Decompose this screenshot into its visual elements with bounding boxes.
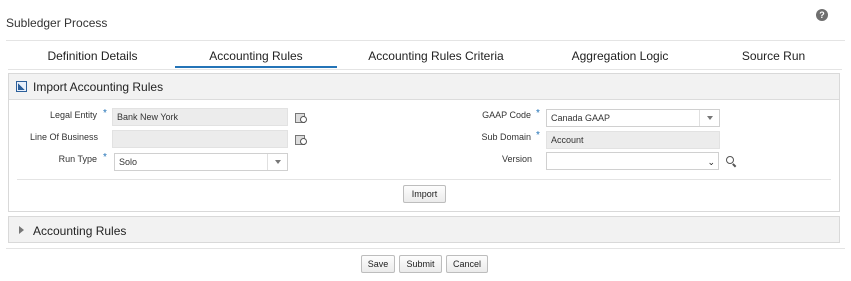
run-type-value: Solo [119,157,138,167]
gaap-code-select[interactable]: Canada GAAP [546,109,720,127]
import-icon [16,81,27,92]
required-marker: * [103,152,107,163]
bottom-divider [6,248,845,249]
gaap-code-label: GAAP Code [482,110,531,120]
tab-accounting-rules[interactable]: Accounting Rules [175,42,337,68]
tab-aggregation-logic[interactable]: Aggregation Logic [535,42,705,68]
submit-button[interactable]: Submit [399,255,442,273]
cancel-button[interactable]: Cancel [446,255,488,273]
version-label: Version [501,154,532,164]
save-button[interactable]: Save [361,255,395,273]
line-of-business-label: Line Of Business [29,132,98,142]
sub-domain-label: Sub Domain [481,132,531,142]
legal-entity-lookup-icon[interactable] [295,112,307,123]
line-of-business-field[interactable] [112,130,288,148]
tab-bar: Definition Details Accounting Rules Acco… [10,42,842,68]
chevron-down-icon: ⌄ [707,157,715,167]
required-marker: * [536,130,540,141]
import-accounting-rules-panel: Import Accounting Rules Legal Entity * B… [8,73,840,212]
page-title: Subledger Process [6,16,108,30]
run-type-label: Run Type [58,154,97,164]
required-marker: * [536,108,540,119]
tabs-divider [8,69,842,70]
required-marker: * [103,108,107,119]
search-icon[interactable] [726,156,736,166]
tab-accounting-rules-criteria[interactable]: Accounting Rules Criteria [337,42,535,68]
gaap-code-value: Canada GAAP [551,113,611,123]
run-type-select[interactable]: Solo [114,153,288,171]
expand-triangle-icon[interactable] [19,226,24,234]
line-of-business-lookup-icon[interactable] [295,134,307,145]
title-divider [6,40,845,41]
help-icon[interactable]: ? [816,9,828,21]
legal-entity-label: Legal Entity [49,110,97,120]
sub-domain-field: Account [546,131,720,149]
chevron-down-icon [267,154,287,170]
legal-entity-field[interactable]: Bank New York [112,108,288,126]
tab-source-run[interactable]: Source Run [705,42,842,68]
tab-definition-details[interactable]: Definition Details [10,42,175,68]
version-select[interactable]: ⌄ [546,152,719,170]
accounting-rules-panel-title: Accounting Rules [33,224,127,238]
chevron-down-icon [699,110,719,126]
accounting-rules-panel[interactable]: Accounting Rules [8,216,840,243]
form-divider [17,179,831,180]
panel-title: Import Accounting Rules [33,80,164,94]
import-button[interactable]: Import [403,185,446,203]
panel-header[interactable]: Import Accounting Rules [9,74,839,100]
